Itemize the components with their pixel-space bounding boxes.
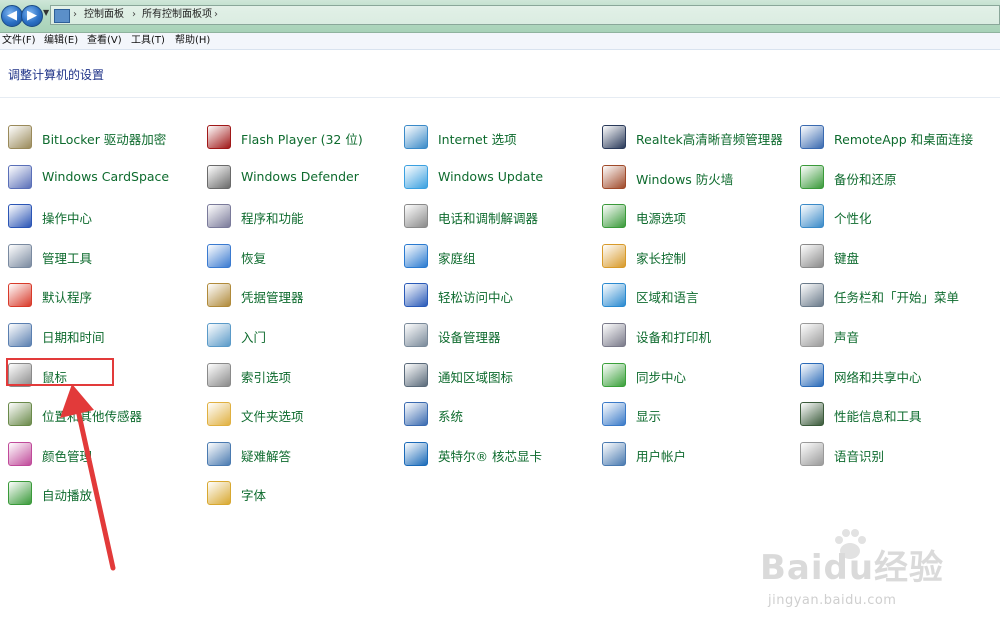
watermark-brand: Baidu经验: [760, 548, 945, 588]
watermark: Baidu经验 jingyan.baidu.com: [760, 525, 960, 615]
watermark-url: jingyan.baidu.com: [768, 593, 897, 608]
